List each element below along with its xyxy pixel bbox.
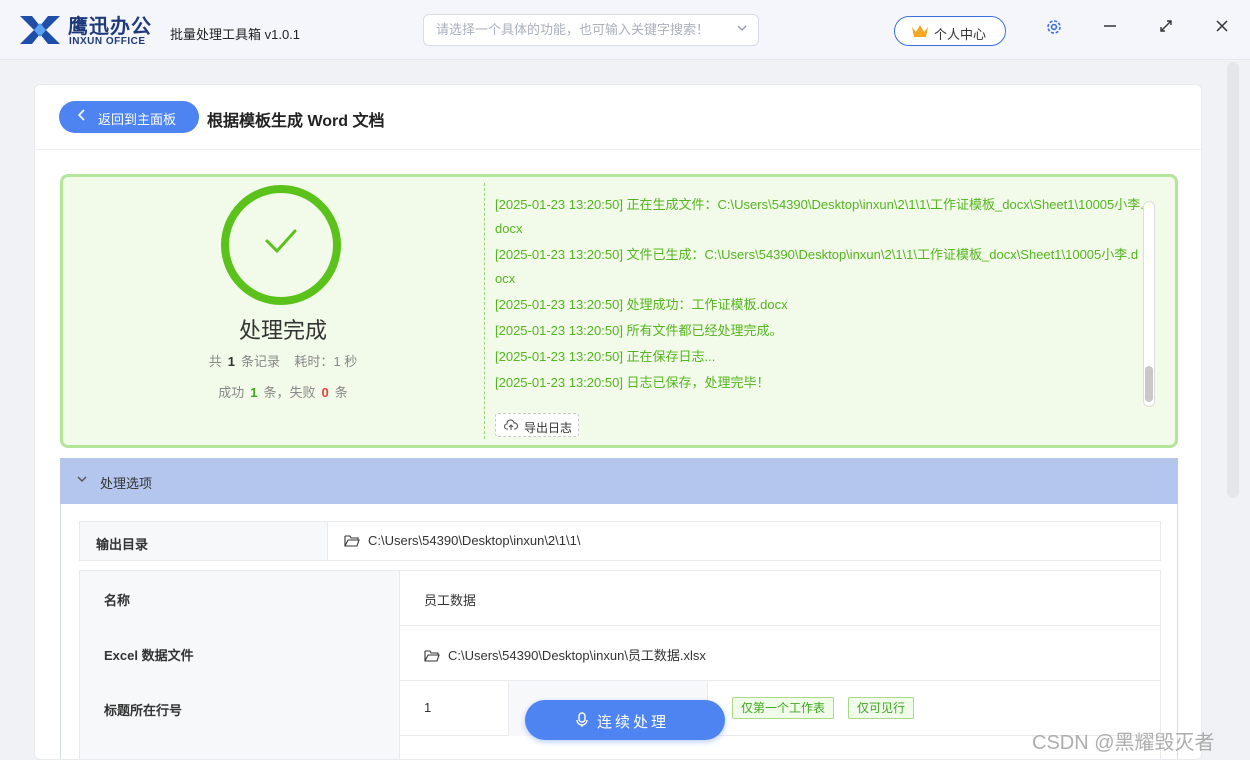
brand-name-en: INXUN OFFICE bbox=[69, 36, 146, 47]
log-line: [2025-01-23 13:20:50] 处理成功：工作证模板.docx bbox=[495, 297, 788, 312]
settings-gear-icon[interactable] bbox=[1042, 18, 1066, 42]
first-sheet-only-tag[interactable]: 仅第一个工作表 bbox=[732, 697, 835, 719]
export-log-label: 导出日志 bbox=[524, 421, 573, 435]
table-row: Excel 数据文件 C:\Users\54390\Desktop\inxun\… bbox=[80, 626, 1160, 681]
log-line: [2025-01-23 13:20:50] 所有文件都已经处理完成。 bbox=[495, 323, 783, 338]
page-title: 根据模板生成 Word 文档 bbox=[207, 113, 385, 130]
options-heading: 处理选项 bbox=[100, 476, 153, 491]
search-input[interactable] bbox=[436, 22, 726, 37]
output-dir-row: 输出目录 C:\Users\54390\Desktop\inxun\2\1\1\ bbox=[79, 521, 1161, 561]
continuous-process-button[interactable]: 连续处理 bbox=[525, 700, 725, 740]
total-stat: 共 1 条记录 耗时：1 秒 bbox=[63, 351, 503, 370]
microphone-icon bbox=[576, 712, 588, 727]
function-search[interactable] bbox=[423, 14, 759, 46]
profile-center-button[interactable]: 个人中心 bbox=[894, 16, 1006, 46]
export-log-button[interactable]: 导出日志 bbox=[495, 413, 579, 437]
profile-label: 个人中心 bbox=[934, 27, 987, 42]
success-fail-stat: 成功 1 条，失败 0 条 bbox=[63, 382, 503, 401]
back-to-main-button[interactable]: 返回到主面板 bbox=[59, 101, 199, 133]
time-value: 1 秒 bbox=[333, 354, 358, 369]
folder-open-icon bbox=[344, 535, 360, 547]
row-label-cell bbox=[80, 736, 400, 759]
log-scrollbar[interactable] bbox=[1143, 201, 1155, 407]
success-count: 1 bbox=[250, 385, 258, 400]
log-line: [2025-01-23 13:20:50] 正在生成文件：C:\Users\54… bbox=[495, 197, 1144, 236]
row-label-cell: Excel 数据文件 bbox=[80, 626, 400, 681]
excel-file-path: C:\Users\54390\Desktop\inxun\员工数据.xlsx bbox=[448, 648, 706, 663]
output-dir-value[interactable]: C:\Users\54390\Desktop\inxun\2\1\1\ bbox=[344, 533, 580, 548]
minimize-icon[interactable] bbox=[1098, 18, 1122, 42]
success-prefix: 成功 bbox=[218, 385, 245, 400]
row-label: 名称 bbox=[104, 593, 131, 608]
row-value: 1 bbox=[424, 700, 432, 715]
success-circle bbox=[221, 185, 341, 305]
header-divider bbox=[35, 149, 1201, 150]
row-label-cell: 标题所在行号 bbox=[80, 681, 400, 736]
row-label: 标题所在行号 bbox=[104, 703, 183, 718]
log-line: [2025-01-23 13:20:50] 文件已生成：C:\Users\543… bbox=[495, 247, 1139, 286]
result-divider bbox=[484, 183, 485, 439]
log-scroll-thumb[interactable] bbox=[1145, 366, 1153, 402]
total-suffix: 条记录 bbox=[240, 354, 280, 369]
total-prefix: 共 bbox=[208, 354, 222, 369]
chevron-left-icon bbox=[77, 108, 87, 125]
options-section-header[interactable]: 处理选项 bbox=[60, 458, 1178, 504]
crown-icon bbox=[912, 25, 928, 37]
table-row: 名称 员工数据 bbox=[80, 571, 1160, 626]
brand-name: 鹰迅办公 bbox=[68, 16, 152, 38]
visible-rows-only-tag[interactable]: 仅可见行 bbox=[848, 697, 915, 719]
result-panel: 处理完成 共 1 条记录 耗时：1 秒 成功 1 条，失败 0 条 [2025-01-23 … bbox=[60, 174, 1178, 448]
back-label: 返回到主面板 bbox=[98, 112, 177, 127]
output-dir-label: 输出目录 bbox=[96, 537, 149, 552]
total-count: 1 bbox=[227, 354, 235, 369]
fail-suffix: 条 bbox=[334, 385, 348, 400]
app-title: 批量处理工具箱 v1.0.1 bbox=[170, 27, 301, 42]
close-icon[interactable] bbox=[1210, 18, 1234, 42]
maximize-icon[interactable] bbox=[1154, 18, 1178, 42]
main-panel: 返回到主面板 根据模板生成 Word 文档 处理完成 共 1 条记录 耗时：1 秒 … bbox=[34, 84, 1202, 760]
output-dir-path: C:\Users\54390\Desktop\inxun\2\1\1\ bbox=[368, 533, 581, 548]
title-bar: 鹰迅办公 INXUN OFFICE 批量处理工具箱 v1.0.1 个人中心 bbox=[0, 0, 1250, 60]
chevron-down-icon bbox=[77, 476, 87, 483]
result-title: 处理完成 bbox=[238, 318, 327, 343]
row-label: Excel 数据文件 bbox=[104, 648, 194, 663]
continuous-process-label: 连续处理 bbox=[597, 714, 670, 731]
cloud-upload-icon bbox=[504, 419, 518, 430]
output-dir-label-cell: 输出目录 bbox=[80, 522, 328, 560]
check-icon bbox=[265, 229, 297, 254]
success-mid: 条，失败 bbox=[263, 385, 316, 400]
log-line: [2025-01-23 13:20:50] 正在保存日志... bbox=[495, 349, 716, 364]
row-value: 员工数据 bbox=[424, 593, 477, 608]
time-prefix: 耗时： bbox=[294, 354, 334, 369]
row-label-cell: 名称 bbox=[80, 571, 400, 626]
inxun-logo-icon bbox=[20, 16, 60, 44]
fail-count: 0 bbox=[321, 385, 329, 400]
folder-open-icon bbox=[424, 650, 440, 662]
log-line: [2025-01-23 13:20:50] 日志已保存，处理完毕！ bbox=[495, 375, 770, 390]
watermark: CSDN @黑耀毁灭者 bbox=[1032, 732, 1215, 754]
chevron-down-icon[interactable] bbox=[736, 22, 748, 37]
excel-file-value[interactable]: C:\Users\54390\Desktop\inxun\员工数据.xlsx bbox=[424, 645, 706, 664]
page-scrollbar[interactable] bbox=[1227, 62, 1239, 498]
log-area[interactable]: [2025-01-23 13:20:50] 正在生成文件：C:\Users\54… bbox=[495, 193, 1145, 423]
